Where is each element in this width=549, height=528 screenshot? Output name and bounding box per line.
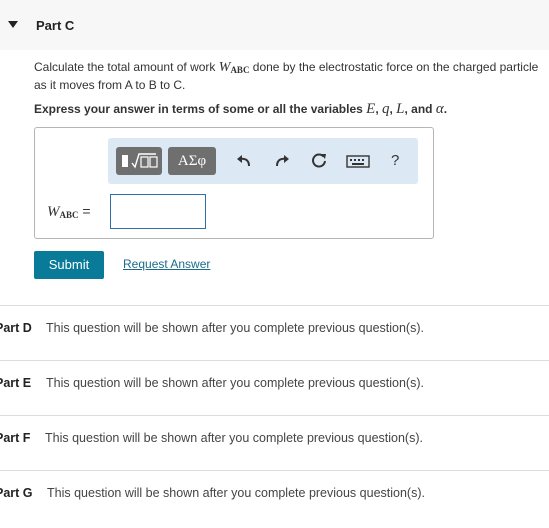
question-var-letter: W — [218, 60, 231, 75]
caret-down-icon[interactable] — [8, 21, 18, 28]
divider — [0, 305, 549, 306]
question-variable: WABC — [219, 60, 250, 75]
question-text: Calculate the total amount of work WABC … — [34, 60, 546, 93]
express-instruction: Express your answer in terms of some or … — [34, 101, 447, 118]
input-label-var: W — [47, 204, 60, 220]
input-label-equals: = — [78, 203, 91, 219]
symbols-button[interactable]: ΑΣφ — [168, 147, 216, 175]
express-prefix: Express your answer in terms of some or … — [34, 102, 367, 116]
question-var-subscript: ABC — [230, 65, 250, 75]
part-label: Part F — [0, 431, 31, 445]
undo-icon[interactable] — [234, 151, 254, 171]
keyboard-icon[interactable] — [346, 151, 370, 171]
submit-button[interactable]: Submit — [34, 251, 104, 279]
redo-icon[interactable] — [272, 151, 292, 171]
question-prefix: Calculate the total amount of work — [34, 60, 219, 74]
help-button[interactable]: ? — [391, 152, 399, 169]
locked-message: This question will be shown after you co… — [46, 376, 424, 390]
express-end: . — [443, 102, 448, 116]
answer-input[interactable] — [110, 194, 206, 229]
divider — [0, 470, 549, 471]
express-sep: , and — [404, 102, 436, 116]
express-var-e: E — [366, 101, 376, 117]
locked-message: This question will be shown after you co… — [45, 431, 423, 445]
templates-button[interactable] — [116, 147, 162, 175]
part-label: Part G — [0, 486, 33, 500]
input-label-subscript: ABC — [59, 210, 79, 220]
divider — [0, 415, 549, 416]
reset-icon[interactable] — [309, 151, 329, 171]
express-var-l: L — [396, 101, 405, 117]
part-label: Part E — [0, 376, 32, 390]
locked-message: This question will be shown after you co… — [46, 321, 424, 335]
divider — [0, 360, 549, 361]
express-sep: , — [375, 102, 382, 116]
locked-message: This question will be shown after you co… — [47, 486, 425, 500]
part-c-header[interactable]: Part C — [0, 0, 549, 50]
part-label: Part D — [0, 321, 32, 335]
part-title: Part C — [36, 18, 75, 33]
templates-icon — [122, 153, 158, 169]
request-answer-link[interactable]: Request Answer — [123, 257, 210, 271]
input-label: WABC = — [47, 203, 91, 221]
math-toolbar: ΑΣφ ? — [108, 138, 418, 184]
express-var-alpha: α — [435, 101, 444, 117]
